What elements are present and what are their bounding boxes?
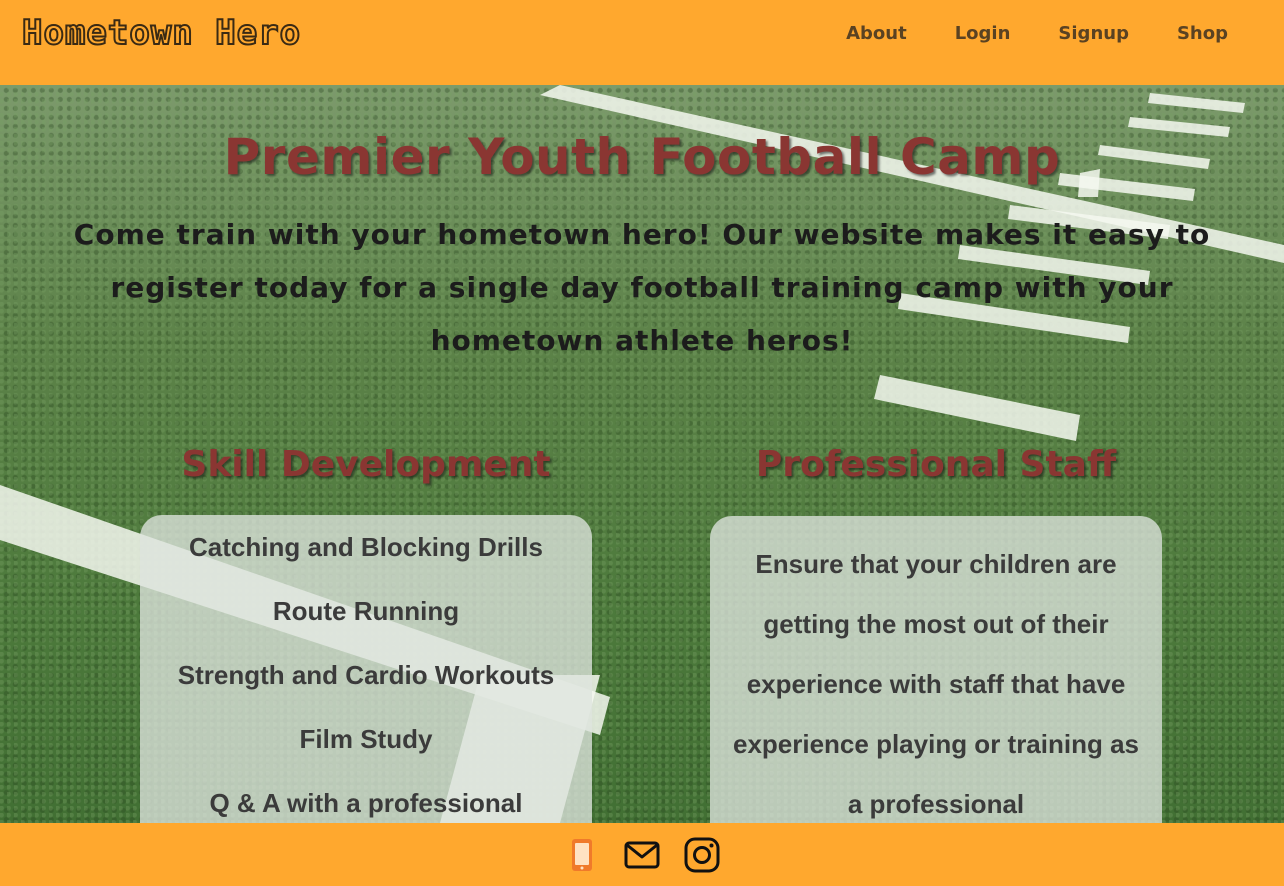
skill-item: Film Study <box>299 724 433 754</box>
site-header: Hometown Hero About Login Signup Shop <box>0 0 1284 85</box>
mail-icon[interactable] <box>624 835 660 875</box>
skill-development-heading: Skill Development <box>181 444 551 485</box>
hero-subtitle: Come train with your hometown hero! Our … <box>73 218 1211 357</box>
skill-item: Route Running <box>272 596 460 626</box>
professional-staff-text: Ensure that your children are getting th… <box>732 549 1140 819</box>
professional-staff-heading: Professional Staff <box>755 444 1117 485</box>
hero-title: Premier Youth Football Camp <box>223 128 1061 186</box>
skill-item: Strength and Cardio Workouts <box>177 660 555 690</box>
professional-staff-card: Ensure that your children are getting th… <box>710 516 1162 846</box>
instagram-icon[interactable] <box>684 835 720 875</box>
nav-shop-link[interactable]: Shop <box>1177 23 1228 44</box>
brand-logo[interactable]: Hometown Hero <box>21 12 301 54</box>
main-nav: About Login Signup Shop <box>846 23 1228 44</box>
nav-login-link[interactable]: Login <box>955 23 1011 44</box>
skill-development-card: Catching and Blocking Drills Route Runni… <box>140 515 592 845</box>
nav-about-link[interactable]: About <box>846 23 907 44</box>
nav-signup-link[interactable]: Signup <box>1058 23 1129 44</box>
skill-list: Catching and Blocking Drills Route Runni… <box>140 515 592 849</box>
site-footer <box>0 823 1284 886</box>
phone-icon[interactable] <box>564 835 600 875</box>
skill-item: Catching and Blocking Drills <box>189 532 543 562</box>
